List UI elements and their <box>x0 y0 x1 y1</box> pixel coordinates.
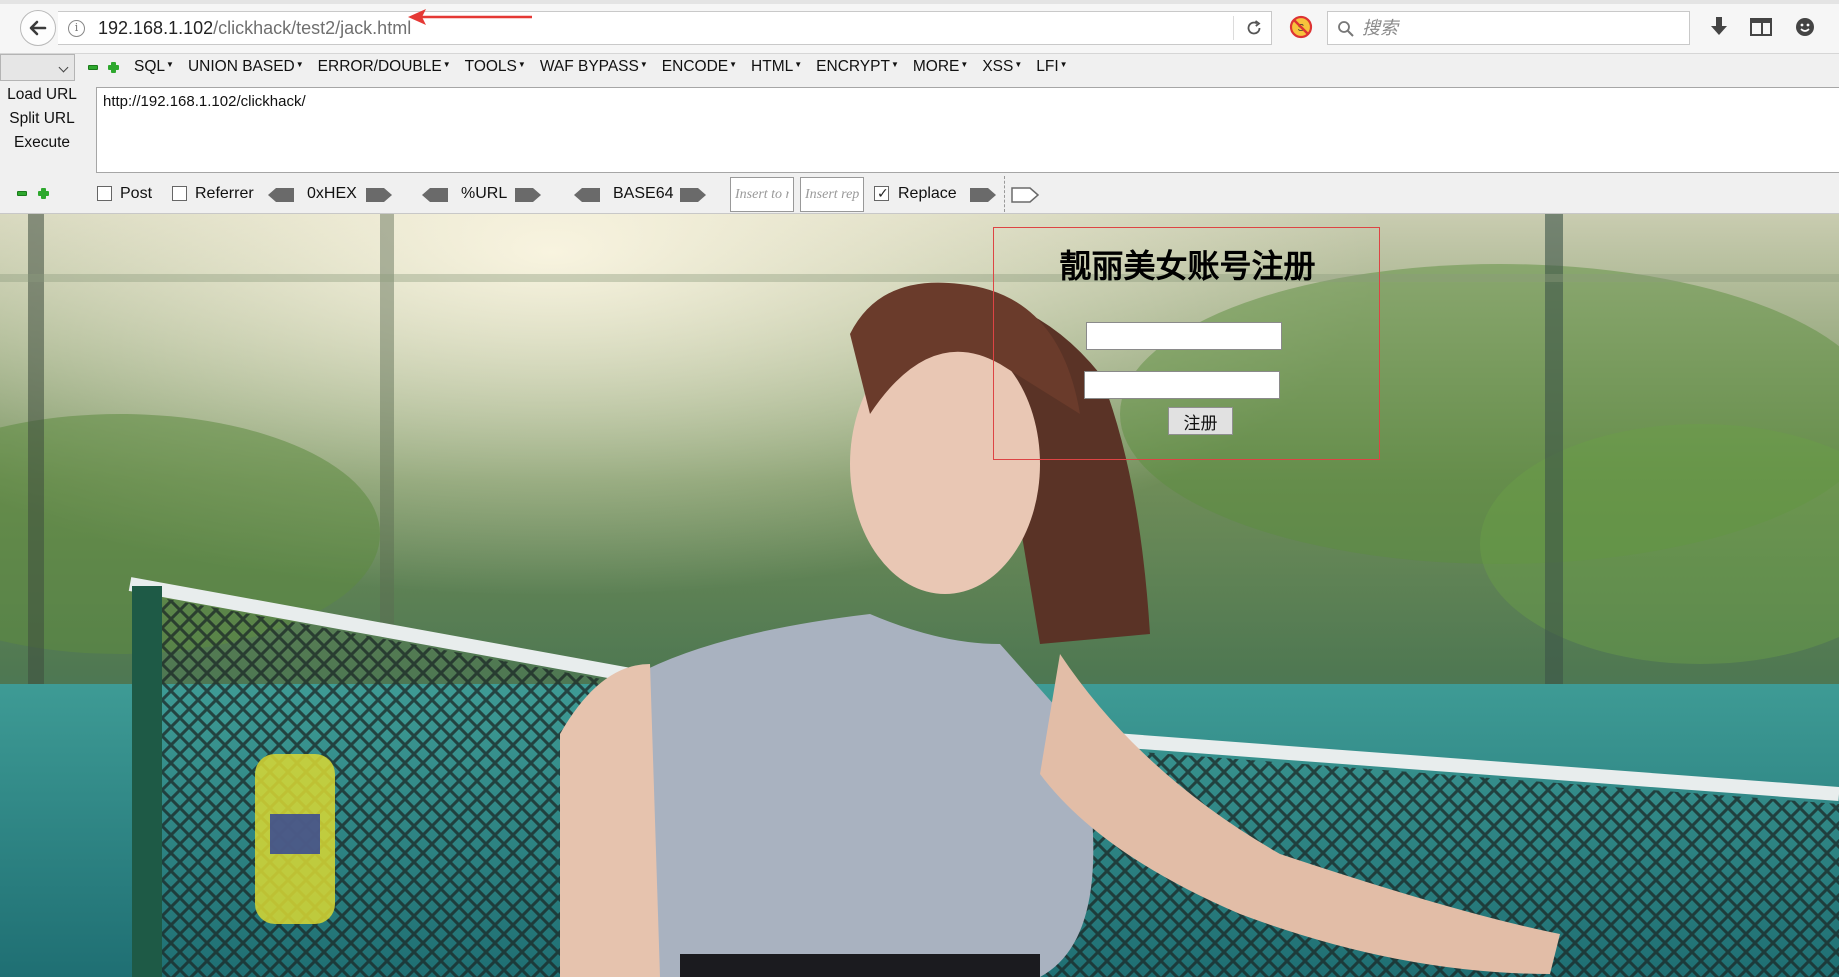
url-text[interactable]: 192.168.1.102/clickhack/test2/jack.html <box>98 18 411 39</box>
registration-frame: 靓丽美女账号注册 注册 <box>993 227 1380 460</box>
url-textarea[interactable]: http://192.168.1.102/clickhack/ <box>96 87 1839 173</box>
base64-label: BASE64 <box>613 185 674 202</box>
replace-label: Replace <box>898 185 957 202</box>
referrer-checkbox[interactable] <box>172 186 187 201</box>
menu-error-label: ERROR/DOUBLE <box>317 58 442 75</box>
insert-to-replace-input[interactable] <box>730 177 794 212</box>
menu-tools[interactable]: TOOLS▼ <box>465 58 526 78</box>
menu-more-label: MORE <box>912 58 960 75</box>
register-button[interactable]: 注册 <box>1168 407 1233 435</box>
background-photo <box>0 214 1839 977</box>
library-icon[interactable] <box>1748 14 1774 40</box>
back-arrow-icon <box>29 20 47 36</box>
search-input[interactable] <box>1362 17 1682 39</box>
menu-union-based[interactable]: UNION BASED▼ <box>188 58 304 78</box>
menu-tools-label: TOOLS <box>464 58 517 75</box>
post-label: Post <box>120 185 153 202</box>
referrer-label: Referrer <box>195 185 254 202</box>
chevron-down-icon <box>58 62 69 73</box>
load-url-button[interactable]: Load URL <box>0 86 84 110</box>
arrow-right-icon[interactable] <box>678 187 708 203</box>
plus-icon[interactable] <box>108 62 119 73</box>
hackbar-side-buttons: Load URL Split URL Execute <box>0 86 90 158</box>
page-viewport: 靓丽美女账号注册 注册 <box>0 214 1839 977</box>
arrow-left-icon[interactable] <box>572 187 602 203</box>
hackbar-panel: SQL▼ UNION BASED▼ ERROR/DOUBLE▼ TOOLS▼ W… <box>0 54 1839 214</box>
hackbar-options-row: Post Referrer 0xHEX %URL BASE64 ✓ Replac… <box>0 174 1839 214</box>
username-field[interactable] <box>1086 322 1282 350</box>
menu-html[interactable]: HTML▼ <box>751 58 802 78</box>
annotation-arrow-icon <box>408 9 532 25</box>
execute-button[interactable]: Execute <box>0 134 84 158</box>
arrow-right-icon[interactable] <box>1010 187 1040 203</box>
search-icon <box>1338 21 1354 37</box>
info-icon[interactable]: i <box>68 20 85 37</box>
url-path: /clickhack/test2/jack.html <box>213 18 412 38</box>
back-button[interactable] <box>20 10 56 46</box>
page-title: 靓丽美女账号注册 <box>1059 247 1316 285</box>
hex-label: 0xHEX <box>307 185 357 202</box>
arrow-right-icon[interactable] <box>968 187 998 203</box>
menu-lfi-label: LFI <box>1036 58 1059 75</box>
replace-checkbox[interactable]: ✓ <box>874 185 889 201</box>
password-field[interactable] <box>1084 371 1280 399</box>
address-bar[interactable]: i 192.168.1.102/clickhack/test2/jack.htm… <box>58 11 1272 45</box>
menu-encode-label: ENCODE <box>661 58 729 75</box>
split-url-button[interactable]: Split URL <box>0 110 84 134</box>
menu-waf-label: WAF BYPASS <box>539 58 639 75</box>
arrow-right-icon[interactable] <box>364 187 394 203</box>
minus-icon[interactable] <box>17 191 27 196</box>
menu-error-double[interactable]: ERROR/DOUBLE▼ <box>318 58 451 78</box>
hackbar-select[interactable] <box>0 54 75 81</box>
arrow-left-icon[interactable] <box>266 187 296 203</box>
menu-encrypt-label: ENCRYPT <box>816 58 890 75</box>
reload-button[interactable] <box>1233 16 1273 40</box>
menu-html-label: HTML <box>751 58 794 75</box>
arrow-right-icon[interactable] <box>513 187 543 203</box>
menu-encode[interactable]: ENCODE▼ <box>662 58 737 78</box>
noscript-icon[interactable]: S <box>1289 15 1313 39</box>
menu-xss[interactable]: XSS▼ <box>982 58 1022 78</box>
minus-icon[interactable] <box>88 65 98 70</box>
url-host: 192.168.1.102 <box>98 18 214 38</box>
search-bar[interactable] <box>1327 11 1690 45</box>
menu-sql-label: SQL <box>134 58 166 75</box>
menu-lfi[interactable]: LFI▼ <box>1036 58 1067 78</box>
menu-more[interactable]: MORE▼ <box>913 58 968 78</box>
browser-toolbar: i 192.168.1.102/clickhack/test2/jack.htm… <box>0 0 1839 54</box>
menu-union-label: UNION BASED <box>187 58 295 75</box>
tab-strip-edge <box>0 0 1839 4</box>
url-encode-label: %URL <box>461 185 508 202</box>
check-icon: ✓ <box>877 185 889 201</box>
arrow-left-icon[interactable] <box>420 187 450 203</box>
post-checkbox[interactable] <box>97 186 112 201</box>
menu-waf-bypass[interactable]: WAF BYPASS▼ <box>540 58 648 78</box>
insert-replacing-input[interactable] <box>800 177 864 212</box>
menu-sql[interactable]: SQL▼ <box>134 58 174 78</box>
divider <box>1004 176 1005 212</box>
plus-icon[interactable] <box>38 188 49 199</box>
hackbar-menu: SQL▼ UNION BASED▼ ERROR/DOUBLE▼ TOOLS▼ W… <box>134 58 1082 78</box>
menu-encrypt[interactable]: ENCRYPT▼ <box>816 58 899 78</box>
reload-icon <box>1247 20 1261 35</box>
download-icon[interactable] <box>1706 14 1732 40</box>
feedback-icon[interactable] <box>1792 14 1818 40</box>
menu-xss-label: XSS <box>982 58 1014 75</box>
